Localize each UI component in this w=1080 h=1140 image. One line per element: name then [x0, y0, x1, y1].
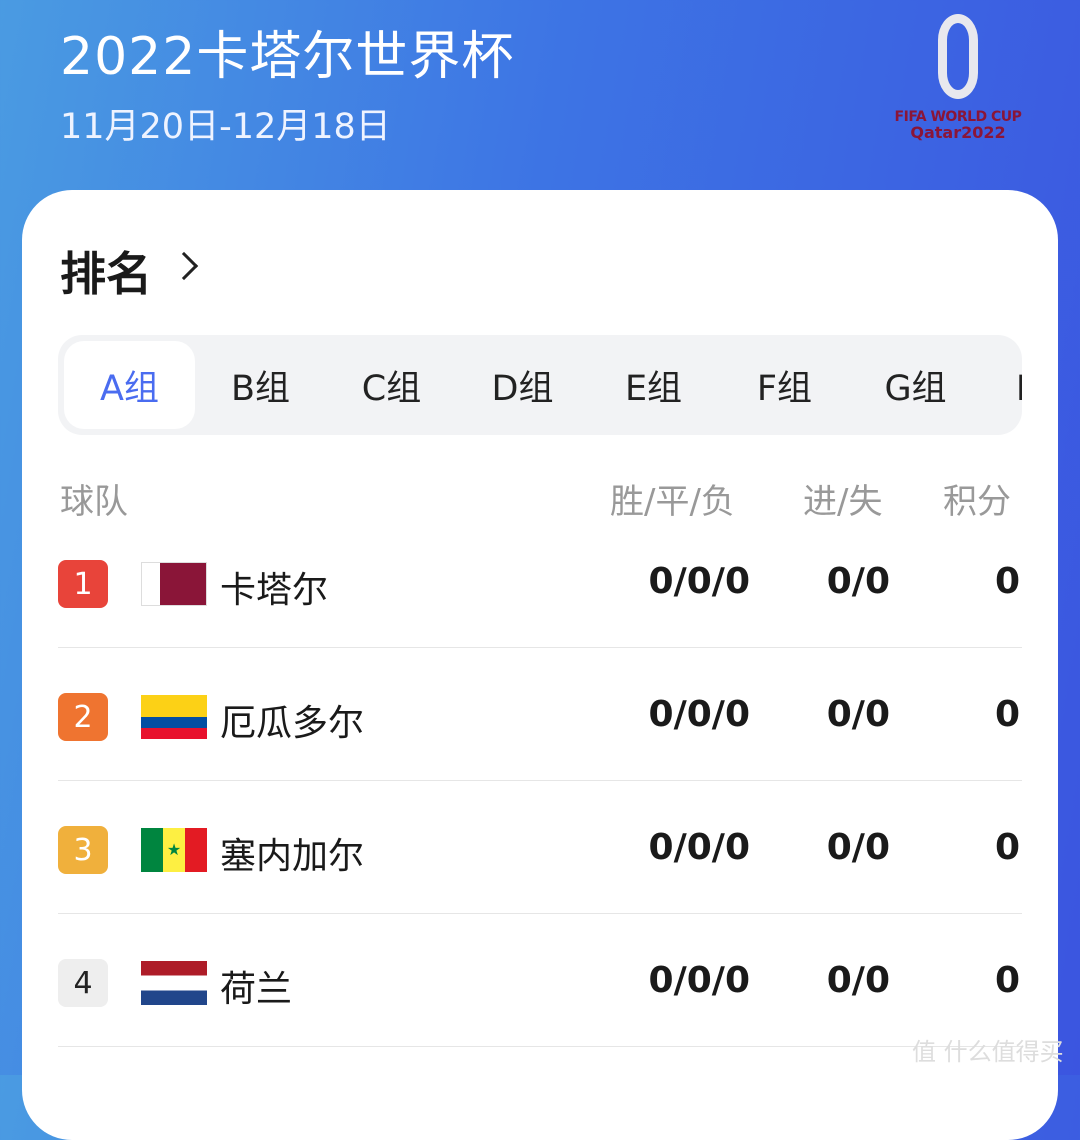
team-name: 塞内加尔: [220, 836, 365, 877]
netherlands-flag-icon: [141, 961, 207, 1005]
table-row[interactable]: 3 ★ 塞内加尔 0/0/0 0/0 0: [58, 781, 1022, 914]
wdl-value: 0/0/0: [648, 694, 750, 735]
group-tabs: A组 B组 C组 D组 E组 F组 G组 H组: [58, 335, 1022, 435]
rank-badge: 1: [58, 560, 108, 608]
tab-group-b[interactable]: B组: [195, 341, 326, 429]
wdl-value: 0/0/0: [648, 561, 750, 602]
table-row[interactable]: 2 厄瓜多尔 0/0/0 0/0 0: [58, 648, 1022, 781]
rank-badge: 4: [58, 959, 108, 1007]
tab-group-f[interactable]: F组: [719, 341, 850, 429]
table-row[interactable]: 1 卡塔尔 0/0/0 0/0 0: [58, 515, 1022, 648]
date-range: 11月20日-12月18日: [60, 107, 391, 147]
tab-group-c[interactable]: C组: [326, 341, 457, 429]
points-value: 0: [994, 960, 1020, 1001]
rank-badge: 3: [58, 826, 108, 874]
wdl-value: 0/0/0: [648, 960, 750, 1001]
team-name: 卡塔尔: [220, 570, 329, 611]
goals-value: 0/0: [826, 827, 890, 868]
trophy-emblem-icon: [938, 14, 978, 99]
page-title: 2022卡塔尔世界杯: [60, 27, 515, 87]
tab-group-e[interactable]: E组: [588, 341, 719, 429]
tab-group-a[interactable]: A组: [64, 341, 195, 429]
table-row[interactable]: 4 荷兰 0/0/0 0/0 0: [58, 914, 1022, 1047]
qatar-flag-icon: [141, 562, 207, 606]
world-cup-logo: FIFA WORLD CUP Qatar2022: [893, 14, 1023, 149]
tab-group-d[interactable]: D组: [457, 341, 588, 429]
tab-group-g[interactable]: G组: [850, 341, 981, 429]
rank-badge: 2: [58, 693, 108, 741]
wdl-value: 0/0/0: [648, 827, 750, 868]
watermark: 值 什么值得买: [912, 1038, 1064, 1066]
senegal-flag-icon: ★: [141, 828, 207, 872]
standings-title[interactable]: 排名: [60, 238, 152, 304]
ecuador-flag-icon: [141, 695, 207, 739]
points-value: 0: [994, 561, 1020, 602]
goals-value: 0/0: [826, 561, 890, 602]
tab-group-h[interactable]: H组: [981, 341, 1022, 429]
goals-value: 0/0: [826, 960, 890, 1001]
team-name: 厄瓜多尔: [220, 703, 365, 744]
points-value: 0: [994, 827, 1020, 868]
logo-text-2: Qatar2022: [910, 123, 1006, 142]
team-name: 荷兰: [220, 969, 293, 1010]
goals-value: 0/0: [826, 694, 890, 735]
points-value: 0: [994, 694, 1020, 735]
